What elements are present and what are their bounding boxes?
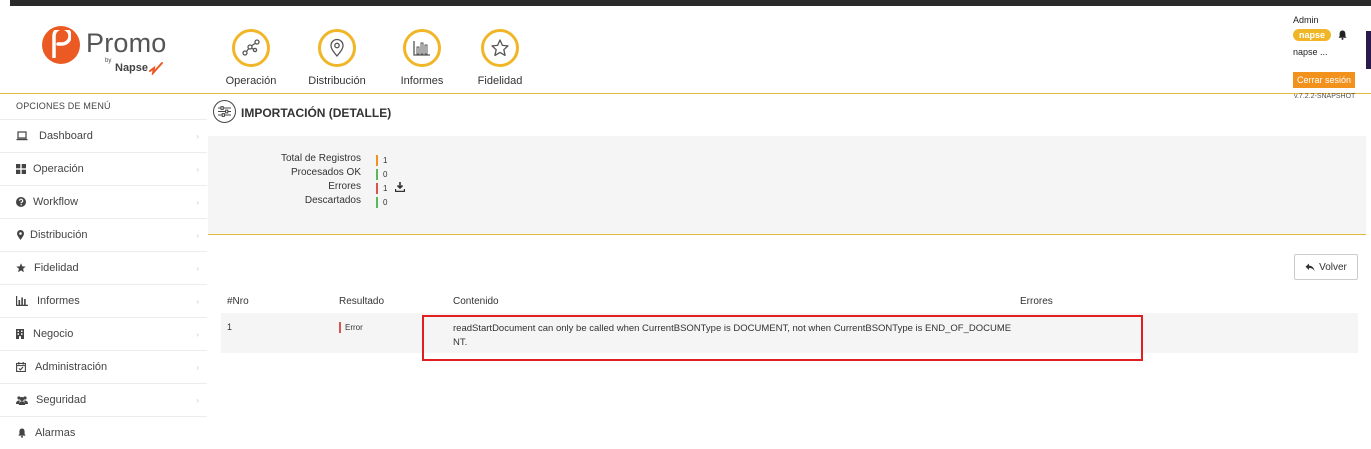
sidebar-item-label: Fidelidad [34, 262, 79, 274]
cell-result-status: Error [339, 322, 363, 333]
grid-icon [16, 164, 26, 174]
brand-by: by [105, 58, 112, 64]
sidebar-item-operacion[interactable]: Operación › [0, 152, 207, 185]
sidebar-item-distribucion[interactable]: Distribución › [0, 218, 207, 251]
sidebar-item-informes[interactable]: Informes › [0, 284, 207, 317]
column-header-errores[interactable]: Errores [1020, 296, 1053, 307]
chevron-icon: › [196, 362, 199, 372]
star-icon [481, 29, 519, 67]
column-header-nro[interactable]: #Nro [227, 296, 249, 307]
sidebar-item-label: Alarmas [35, 427, 76, 439]
bell-icon[interactable] [1338, 30, 1347, 40]
summary-discarded-value: 0 [376, 197, 387, 208]
chevron-icon: › [196, 395, 199, 405]
summary-errors-label: Errores [328, 181, 361, 192]
brand-name: Promo [86, 28, 167, 58]
nav-informes[interactable]: Informes [398, 29, 446, 87]
sidebar-item-label: Seguridad [36, 394, 87, 406]
sidebar-item-label: Dashboard [39, 130, 93, 142]
column-header-resultado[interactable]: Resultado [339, 296, 384, 307]
download-icon[interactable] [395, 182, 405, 192]
sidebar-item-negocio[interactable]: Negocio › [0, 317, 207, 350]
nav-fidelidad[interactable]: Fidelidad [476, 29, 524, 87]
reply-arrow-icon [1305, 263, 1315, 271]
window-top-strip [0, 0, 1371, 7]
summary-ok-label: Procesados OK [290, 167, 361, 178]
operation-graph-icon [232, 29, 270, 67]
nav-operacion[interactable]: Operación [223, 29, 279, 87]
brand-company: Napse [115, 62, 149, 74]
question-circle-icon [16, 197, 26, 207]
browser-chrome-bar [10, 0, 1371, 6]
sidebar-item-alarmas[interactable]: Alarmas [0, 416, 207, 449]
chevron-icon: › [196, 329, 199, 339]
app-version: v.7.2.2-SNAPSHOT [1294, 93, 1356, 100]
org-selector[interactable]: napse ... [1293, 47, 1328, 57]
sidebar-item-label: Workflow [33, 196, 79, 208]
logout-button[interactable]: Cerrar sesión [1293, 72, 1356, 88]
sidebar-item-label: Operación [33, 163, 84, 175]
summary-total-value: 1 [376, 155, 387, 166]
laptop-icon [16, 131, 28, 141]
nav-label: Informes [400, 75, 444, 87]
chevron-icon: › [196, 296, 199, 306]
map-marker-icon [17, 230, 24, 240]
scroll-indicator [1366, 31, 1371, 69]
sidebar-item-dashboard[interactable]: Dashboard › [0, 119, 207, 152]
summary-errors-value: 1 [376, 183, 387, 194]
chevron-icon: › [196, 197, 199, 207]
user-name[interactable]: Admin [1293, 15, 1319, 25]
cell-nro: 1 [227, 322, 233, 332]
sidebar-item-administracion[interactable]: Administración › [0, 350, 207, 383]
nav-label: Operación [225, 75, 277, 87]
back-button[interactable]: Volver [1294, 254, 1358, 280]
summary-ok-value: 0 [376, 169, 387, 180]
chevron-icon: › [196, 263, 199, 273]
building-icon [16, 329, 24, 339]
bar-chart-icon [16, 296, 28, 306]
cell-content: readStartDocument can only be called whe… [453, 323, 1012, 348]
sidebar-menu: OPCIONES DE MENÚ Dashboard › Operación ›… [0, 94, 207, 439]
bar-chart-icon [403, 29, 441, 67]
app-header: Promo by Napse Operación Distribución In… [0, 7, 1371, 100]
sidebar-item-workflow[interactable]: Workflow › [0, 185, 207, 218]
sidebar-item-label: Negocio [33, 328, 74, 340]
bell-icon [18, 428, 26, 438]
map-pin-icon [318, 29, 356, 67]
sidebar-item-fidelidad[interactable]: Fidelidad › [0, 251, 207, 284]
logo-p-icon [52, 30, 71, 58]
logo-badge [42, 26, 80, 64]
nav-label: Fidelidad [477, 75, 523, 87]
summary-total-label: Total de Registros [280, 153, 361, 164]
sliders-icon [213, 100, 236, 123]
org-badge[interactable]: napse [1293, 29, 1332, 41]
table-row[interactable]: 1 Error readStartDocument can only be ca… [221, 313, 1358, 353]
star-icon [16, 263, 26, 273]
sidebar-item-label: Distribución [30, 229, 88, 241]
nav-distribucion[interactable]: Distribución [305, 29, 369, 87]
calendar-check-icon [16, 362, 26, 372]
column-header-contenido[interactable]: Contenido [453, 296, 499, 307]
sidebar-title: OPCIONES DE MENÚ [16, 101, 111, 111]
back-button-label: Volver [1319, 261, 1347, 273]
chevron-icon: › [196, 131, 199, 141]
sidebar-item-seguridad[interactable]: Seguridad › [0, 383, 207, 416]
brand-swoosh-icon [149, 62, 163, 75]
sidebar-item-label: Informes [37, 295, 80, 307]
summary-discarded-label: Descartados [304, 195, 361, 206]
chevron-icon: › [196, 164, 199, 174]
import-summary-panel: Total de Registros 1 Procesados OK 0 Err… [208, 136, 1366, 235]
nav-label: Distribución [308, 75, 366, 87]
page-title: IMPORTACIÓN (DETALLE) [241, 106, 392, 120]
chevron-icon: › [196, 230, 199, 240]
promo-logo[interactable]: Promo by Napse [42, 26, 182, 81]
sidebar-item-label: Administración [35, 361, 108, 373]
users-icon [16, 396, 28, 405]
